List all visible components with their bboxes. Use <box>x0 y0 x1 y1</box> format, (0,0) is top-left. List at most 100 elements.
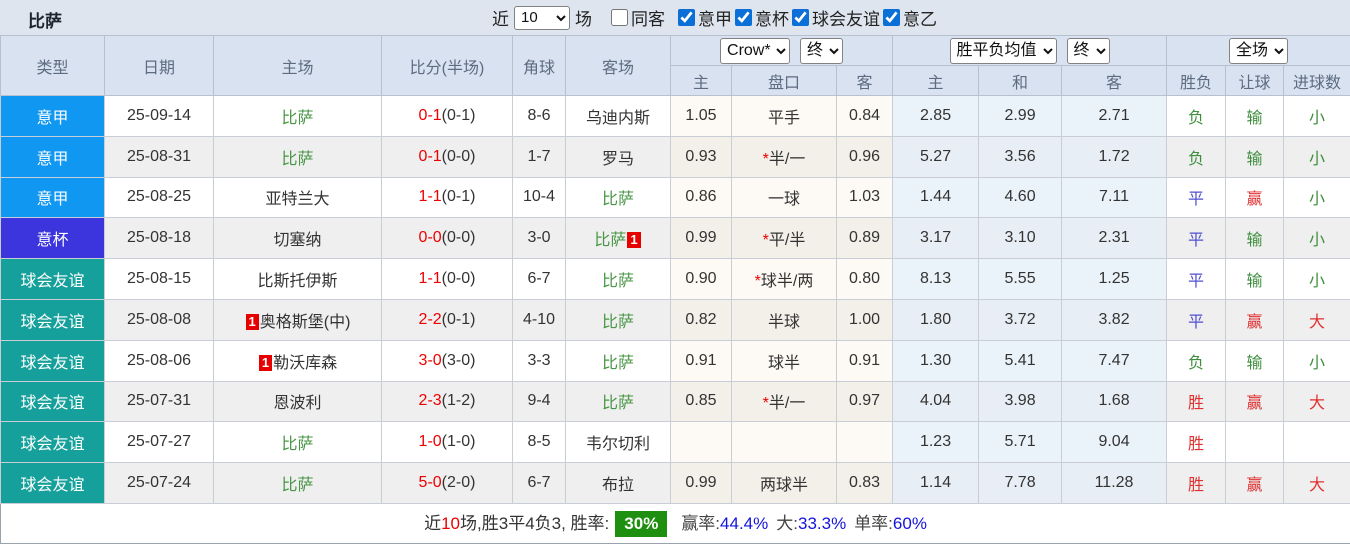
home-team-name[interactable]: 奥格斯堡(中) <box>260 314 351 331</box>
home-team-cell[interactable]: 比萨 <box>214 422 382 463</box>
odds-company-select[interactable]: Crow* <box>720 38 790 64</box>
corners-cell: 4-10 <box>513 299 566 340</box>
away-team-name[interactable]: 比萨 <box>602 395 634 412</box>
away-team-cell[interactable]: 布拉 <box>566 463 671 504</box>
match-date: 25-07-24 <box>105 463 214 504</box>
europe-odds-time-select[interactable]: 终 <box>1067 38 1110 64</box>
home-team-cell[interactable]: 切塞纳 <box>214 218 382 259</box>
europe-draw-odds: 3.72 <box>979 299 1062 340</box>
away-team-cell[interactable]: 比萨 <box>566 177 671 218</box>
home-team-name[interactable]: 切塞纳 <box>273 232 321 249</box>
away-team-name[interactable]: 比萨 <box>594 232 626 249</box>
same-away-label: 同客 <box>631 5 665 30</box>
same-away-filter[interactable]: 同客 <box>611 5 665 30</box>
league-filter[interactable]: 意乙 <box>883 5 937 30</box>
col-asian-home: 主 <box>671 66 732 96</box>
table-row: 意甲25-08-25亚特兰大1-1(0-1)10-4比萨0.86一球1.031.… <box>1 177 1350 218</box>
asian-home-odds <box>671 422 732 463</box>
europe-draw-odds: 5.71 <box>979 422 1062 463</box>
europe-away-odds: 7.11 <box>1062 177 1167 218</box>
europe-home-odds: 2.85 <box>893 96 979 137</box>
europe-away-odds: 2.31 <box>1062 218 1167 259</box>
summary-stat-label: 单率: <box>854 514 893 533</box>
table-row: 意甲25-08-31比萨0-1(0-0)1-7罗马0.93*半/一0.965.2… <box>1 136 1350 177</box>
league-filter-checkbox[interactable] <box>735 9 752 26</box>
league-filter-checkbox[interactable] <box>792 9 809 26</box>
result-scope-header: 全场 <box>1167 36 1350 66</box>
away-team-cell[interactable]: 乌迪内斯 <box>566 96 671 137</box>
league-filter-label: 意甲 <box>698 5 732 30</box>
fulltime-score: 1-1 <box>419 270 442 287</box>
league-badge: 球会友谊 <box>1 463 105 504</box>
home-team-cell[interactable]: 亚特兰大 <box>214 177 382 218</box>
away-team-cell[interactable]: 比萨 <box>566 299 671 340</box>
recent-count-select[interactable]: 10 <box>514 6 570 30</box>
handicap-result: 输 <box>1226 340 1284 381</box>
fulltime-score: 2-3 <box>419 392 442 409</box>
league-badge: 球会友谊 <box>1 299 105 340</box>
match-outcome: 胜 <box>1167 381 1226 422</box>
home-team-cell[interactable]: 比萨 <box>214 136 382 177</box>
handicap-result: 输 <box>1226 136 1284 177</box>
away-team-cell[interactable]: 比萨 <box>566 259 671 300</box>
result-scope-select[interactable]: 全场 <box>1229 38 1288 64</box>
league-filter-checkbox[interactable] <box>883 9 900 26</box>
away-team-name[interactable]: 罗马 <box>602 151 634 168</box>
home-team-name[interactable]: 勒沃库森 <box>273 355 337 372</box>
match-date: 25-07-31 <box>105 381 214 422</box>
away-team-name[interactable]: 乌迪内斯 <box>586 110 650 127</box>
home-team-cell[interactable]: 恩波利 <box>214 381 382 422</box>
match-date: 25-08-18 <box>105 218 214 259</box>
league-filter[interactable]: 意甲 <box>678 5 732 30</box>
col-goals-result: 进球数 <box>1284 66 1350 96</box>
away-team-cell[interactable]: 比萨 <box>566 381 671 422</box>
league-filter-checkbox[interactable] <box>678 9 695 26</box>
match-outcome: 平 <box>1167 177 1226 218</box>
corners-cell: 8-6 <box>513 96 566 137</box>
away-team-name[interactable]: 布拉 <box>602 477 634 494</box>
away-team-cell[interactable]: 罗马 <box>566 136 671 177</box>
asian-home-odds: 0.93 <box>671 136 732 177</box>
home-team-name[interactable]: 比萨 <box>281 477 313 494</box>
home-team-name[interactable]: 亚特兰大 <box>265 191 329 208</box>
home-team-cell[interactable]: 比萨 <box>214 96 382 137</box>
europe-odds-avg-select[interactable]: 胜平负均值 <box>950 38 1057 64</box>
handicap-result: 赢 <box>1226 463 1284 504</box>
league-filter[interactable]: 意杯 <box>735 5 789 30</box>
home-team-name[interactable]: 比斯托伊斯 <box>257 273 337 290</box>
match-outcome: 平 <box>1167 218 1226 259</box>
summary-record: 场,胜3平4负3, 胜率: <box>460 514 609 533</box>
home-team-cell[interactable]: 1奥格斯堡(中) <box>214 299 382 340</box>
home-team-name[interactable]: 恩波利 <box>273 395 321 412</box>
away-team-name[interactable]: 比萨 <box>602 191 634 208</box>
away-team-cell[interactable]: 比萨1 <box>566 218 671 259</box>
corners-cell: 8-5 <box>513 422 566 463</box>
home-team-cell[interactable]: 比萨 <box>214 463 382 504</box>
away-team-cell[interactable]: 韦尔切利 <box>566 422 671 463</box>
asian-home-odds: 0.99 <box>671 463 732 504</box>
match-date: 25-08-06 <box>105 340 214 381</box>
col-away: 客场 <box>566 36 671 96</box>
away-team-cell[interactable]: 比萨 <box>566 340 671 381</box>
home-team-name[interactable]: 比萨 <box>281 151 313 168</box>
asian-handicap-line: 平手 <box>732 96 837 137</box>
halftime-score: (3-0) <box>442 352 476 369</box>
home-team-cell[interactable]: 比斯托伊斯 <box>214 259 382 300</box>
away-team-name[interactable]: 韦尔切利 <box>586 436 650 453</box>
handicap-result: 赢 <box>1226 381 1284 422</box>
same-away-checkbox[interactable] <box>611 9 628 26</box>
away-team-name[interactable]: 比萨 <box>602 314 634 331</box>
table-row: 意甲25-09-14比萨0-1(0-1)8-6乌迪内斯1.05平手0.842.8… <box>1 96 1350 137</box>
matches-label: 场 <box>575 5 592 30</box>
home-team-cell[interactable]: 1勒沃库森 <box>214 340 382 381</box>
asian-handicap-line: *半/一 <box>732 381 837 422</box>
home-team-name[interactable]: 比萨 <box>281 110 313 127</box>
home-team-name[interactable]: 比萨 <box>281 436 313 453</box>
away-team-name[interactable]: 比萨 <box>602 273 634 290</box>
league-badge: 意甲 <box>1 136 105 177</box>
score-cell: 3-0(3-0) <box>382 340 513 381</box>
away-team-name[interactable]: 比萨 <box>602 355 634 372</box>
summary-row: 近10场,胜3平4负3, 胜率:30%赢率:44.4%大:33.3%单率:60% <box>1 503 1350 543</box>
league-filter[interactable]: 球会友谊 <box>792 5 880 30</box>
asian-odds-time-select[interactable]: 终 <box>800 38 843 64</box>
